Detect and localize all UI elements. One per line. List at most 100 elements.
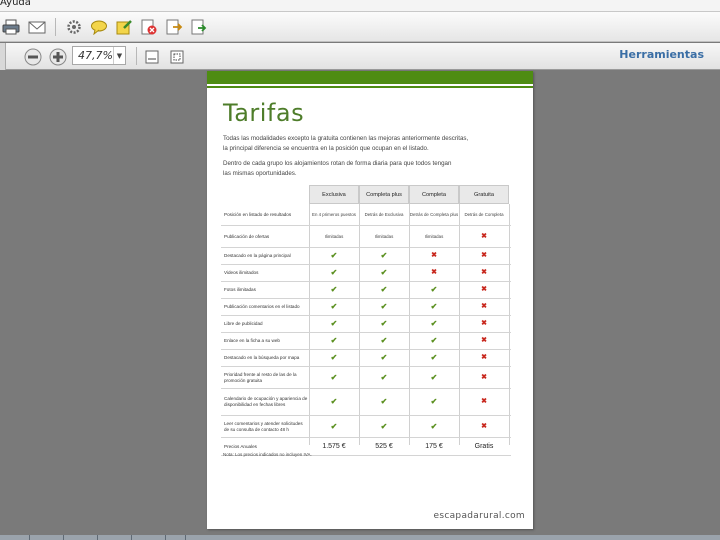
- row-label: Destacado en la búsqueda por mapa: [224, 355, 300, 360]
- print-button[interactable]: [1, 17, 21, 37]
- main-toolbar: [0, 12, 720, 42]
- cell-value: Detrás de Completa: [464, 211, 504, 217]
- table-row: Fotos ilimitadas ✔ ✔ ✔ ✖: [221, 282, 511, 299]
- fit-page-button[interactable]: [167, 47, 187, 67]
- check-icon: ✔: [380, 268, 388, 278]
- check-icon: ✔: [330, 336, 338, 346]
- cross-icon: ✖: [481, 320, 487, 328]
- cross-icon: ✖: [481, 269, 487, 277]
- plus-icon: [49, 48, 67, 66]
- row-label: Enlace en la ficha a su web: [224, 338, 280, 343]
- row-label: Leer comentarios y atender solicitudes d…: [224, 420, 303, 432]
- table-row: Prioridad frente al resto de las de la p…: [221, 367, 511, 389]
- tax-note: Nota: Los precios indicados no incluyen …: [223, 452, 312, 457]
- table-row: Publicación comentarios en el listado ✔ ✔ ✔…: [221, 299, 511, 316]
- row-label: Fotos ilimitadas: [224, 287, 256, 292]
- cross-icon: ✖: [481, 354, 487, 362]
- cross-icon: ✖: [481, 422, 487, 430]
- check-icon: ✔: [430, 302, 438, 312]
- cross-icon: ✖: [481, 232, 487, 240]
- cell-value: Detrás de Exclusiva: [364, 211, 404, 217]
- check-icon: ✔: [430, 397, 438, 407]
- check-icon: ✔: [330, 302, 338, 312]
- fit-page-icon: [170, 50, 184, 64]
- cross-icon: ✖: [481, 252, 487, 260]
- share-button[interactable]: [189, 17, 209, 37]
- table-row: Libre de publicidad ✔ ✔ ✔ ✖: [221, 316, 511, 333]
- highlight-icon: [116, 20, 132, 35]
- check-icon: ✔: [330, 285, 338, 295]
- column-header: Completa: [409, 185, 459, 204]
- column-header: Gratuita: [459, 185, 509, 204]
- check-icon: ✔: [430, 353, 438, 363]
- cross-icon: ✖: [481, 303, 487, 311]
- envelope-icon: [28, 21, 46, 34]
- cell-value: Detrás de Completa plus: [409, 211, 459, 217]
- check-icon: ✔: [380, 372, 388, 382]
- row-label: Destacado en la página principal: [224, 253, 291, 258]
- table-row: Leer comentarios y atender solicitudes d…: [221, 416, 511, 438]
- hand-tool-edge[interactable]: [0, 43, 6, 70]
- table-row: Videos ilimitados ✔ ✔ ✖ ✖: [221, 265, 511, 282]
- zoom-in-button[interactable]: [48, 47, 68, 67]
- cell-value: 1.575 €: [322, 442, 346, 450]
- cross-icon: ✖: [481, 337, 487, 345]
- check-icon: ✔: [380, 319, 388, 329]
- document-arrow-icon: [166, 19, 183, 35]
- cross-icon: ✖: [431, 252, 437, 260]
- check-icon: ✔: [430, 336, 438, 346]
- email-button[interactable]: [27, 17, 47, 37]
- row-label: Prioridad frente al resto de las de la p…: [224, 371, 297, 383]
- document-share-icon: [191, 19, 207, 35]
- taskbar-strip: [0, 535, 720, 540]
- check-icon: ✔: [380, 397, 388, 407]
- cell-value: Ilimitadas: [424, 233, 444, 239]
- row-label: Publicación comentarios en el listado: [224, 304, 300, 309]
- cross-icon: ✖: [431, 269, 437, 277]
- row-label: Calendario de ocupación y apariencia de …: [224, 396, 308, 407]
- check-icon: ✔: [380, 353, 388, 363]
- pricing-table: Exclusiva Completa plus Completa Gratuita Po…: [221, 185, 511, 456]
- table-row: Destacado en la página principal ✔ ✔ ✖ ✖: [221, 248, 511, 265]
- table-row: Publicación de ofertas Ilimitadas Ilimitad…: [221, 226, 511, 248]
- tools-button[interactable]: Herramientas: [619, 48, 704, 61]
- row-label: Posición en listado de resultados: [224, 211, 292, 217]
- rotation-paragraph: Dentro de cada grupo los alojamientos ro…: [223, 160, 452, 177]
- cell-value: Ilimitadas: [324, 233, 344, 239]
- cell-value: 525 €: [375, 442, 393, 450]
- check-icon: ✔: [380, 302, 388, 312]
- settings-button[interactable]: [64, 17, 84, 37]
- row-label: Publicación de ofertas: [224, 233, 270, 239]
- cross-icon: ✖: [481, 373, 487, 381]
- fit-width-button[interactable]: [142, 47, 162, 67]
- row-label: Libre de publicidad: [224, 321, 263, 326]
- column-header: Completa plus: [359, 185, 409, 204]
- check-icon: ✔: [330, 251, 338, 261]
- check-icon: ✔: [380, 285, 388, 295]
- document-delete-icon: [141, 19, 157, 35]
- zoom-input[interactable]: 47,7% ▼: [72, 46, 126, 65]
- export-button[interactable]: [164, 17, 184, 37]
- table-row: Destacado en la búsqueda por mapa ✔ ✔ ✔ ✖: [221, 350, 511, 367]
- cross-icon: ✖: [481, 286, 487, 294]
- menu-bar: Ayuda: [0, 0, 720, 12]
- check-icon: ✔: [430, 285, 438, 295]
- minus-icon: [24, 48, 42, 66]
- check-icon: ✔: [330, 421, 338, 431]
- highlight-button[interactable]: [114, 17, 134, 37]
- cross-icon: ✖: [481, 398, 487, 406]
- check-icon: ✔: [330, 268, 338, 278]
- comment-icon: [91, 20, 107, 35]
- comment-button[interactable]: [89, 17, 109, 37]
- check-icon: ✔: [430, 319, 438, 329]
- zoom-out-button[interactable]: [23, 47, 43, 67]
- delete-doc-button[interactable]: [139, 17, 159, 37]
- print-icon: [2, 19, 20, 35]
- chevron-down-icon[interactable]: ▼: [113, 47, 125, 64]
- check-icon: ✔: [430, 421, 438, 431]
- menu-help[interactable]: Ayuda: [0, 0, 31, 8]
- check-icon: ✔: [380, 251, 388, 261]
- cell-value: 175 €: [425, 442, 443, 450]
- table-row: Enlace en la ficha a su web ✔ ✔ ✔ ✖: [221, 333, 511, 350]
- check-icon: ✔: [380, 421, 388, 431]
